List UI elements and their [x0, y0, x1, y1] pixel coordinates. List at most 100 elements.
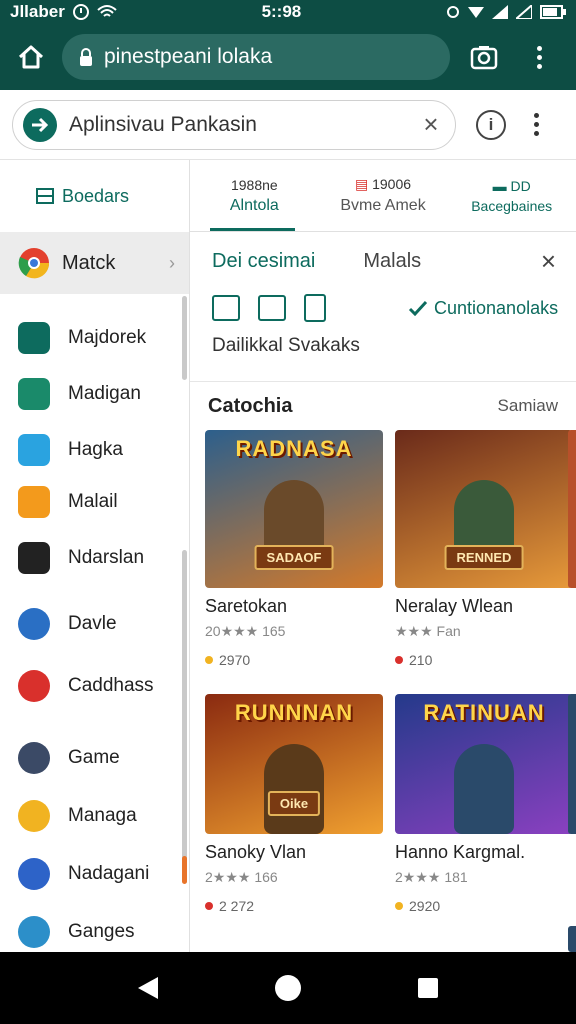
- tab-bacegbaines[interactable]: ▬ DD Bacegbaines: [447, 160, 576, 231]
- sidebar-item-active[interactable]: Matck ›: [0, 232, 189, 294]
- game-card[interactable]: RENNED Neralay Wlean ★★★ Fan 210: [395, 430, 573, 668]
- game-title[interactable]: Hanno Kargmal.: [395, 842, 573, 863]
- chart-icon: [18, 322, 50, 354]
- game-banner-text: RUNNNAN: [234, 700, 354, 725]
- sidebar-item[interactable]: Majdorek: [0, 316, 180, 360]
- cellular-icon: [492, 5, 508, 19]
- sidebar-item-label: Ndarslan: [68, 547, 145, 568]
- game-meta: 2 272: [205, 898, 383, 914]
- sidebar: Boedars Matck › Majdorek Madigan Hagka Mala…: [0, 160, 190, 952]
- search-row: Aplinsivau Pankasin × i: [0, 90, 576, 160]
- sidebar-item[interactable]: Managa: [0, 794, 180, 838]
- home-button[interactable]: [0, 24, 62, 90]
- game-rating: 2★★★ 166: [205, 869, 278, 885]
- sidebar-item[interactable]: Davle: [0, 602, 180, 646]
- clock: 5::98: [261, 2, 302, 21]
- game-thumbnail[interactable]: RENNED: [395, 430, 573, 588]
- sidebar-item[interactable]: Madigan: [0, 372, 180, 416]
- sidebar-header[interactable]: Boedars: [0, 160, 189, 232]
- document-icon[interactable]: [304, 294, 326, 322]
- tab-top-label: ▬ DD: [492, 177, 531, 194]
- game-meta: 2920: [395, 898, 573, 914]
- sidebar-scrollbar[interactable]: [182, 296, 187, 380]
- search-query[interactable]: Aplinsivau Pankasin: [69, 113, 405, 137]
- see-all-link[interactable]: Samiaw: [498, 396, 558, 416]
- alert-icon: [72, 4, 89, 20]
- panel-subtitle: Dailikkal Svakaks: [212, 335, 360, 356]
- game-thumbnail[interactable]: RATINUAN: [395, 694, 573, 834]
- game-title[interactable]: Neralay Wlean: [395, 596, 573, 617]
- peek-card[interactable]: [568, 694, 576, 834]
- sidebar-item[interactable]: Malail: [0, 480, 180, 524]
- sidebar-item[interactable]: Game: [0, 736, 180, 780]
- inbox-icon[interactable]: [212, 295, 240, 321]
- home-circle-icon[interactable]: [274, 975, 301, 1001]
- sidebar-item[interactable]: Caddhass: [0, 664, 180, 708]
- sun-icon: [18, 800, 50, 832]
- columns-icon[interactable]: [258, 295, 286, 321]
- back-icon[interactable]: [138, 977, 159, 999]
- battery-icon: [540, 5, 566, 19]
- sidebar-active-label: Matck: [62, 251, 116, 274]
- tab-alntola[interactable]: 1988ne Alntola: [190, 160, 319, 231]
- wifi-icon: [97, 5, 117, 17]
- sidebar-item[interactable]: Ganges: [0, 910, 180, 954]
- sidebar-scroll-thumb[interactable]: [182, 856, 187, 884]
- recents-icon[interactable]: [417, 978, 438, 998]
- game-meta-value: 2 272: [219, 898, 255, 914]
- search-field[interactable]: Aplinsivau Pankasin ×: [12, 99, 456, 150]
- status-dot-icon: [395, 656, 403, 664]
- tab-bvme-amek[interactable]: ▤ 19006 Bvme Amek: [319, 160, 448, 231]
- game-rating: 2★★★ 181: [395, 869, 468, 885]
- status-dot-icon: [395, 902, 403, 910]
- tab-top-label: ▤ 19006: [354, 176, 412, 192]
- catalog-title: Catochia: [208, 394, 293, 417]
- game-title[interactable]: Saretokan: [205, 596, 383, 617]
- info-icon[interactable]: i: [476, 109, 506, 140]
- sidebar-item[interactable]: Hagka: [0, 428, 180, 472]
- game-badge: RENNED: [444, 545, 524, 570]
- panel-link[interactable]: Cuntionanolaks: [408, 298, 558, 319]
- sidebar-scrollbar-track[interactable]: [182, 550, 187, 880]
- arrow-right-icon[interactable]: [23, 107, 57, 142]
- game-meta-value: 2920: [409, 898, 441, 914]
- content-tabs: 1988ne Alntola ▤ 19006 Bvme Amek ▬ DD Ba…: [190, 160, 576, 232]
- game-meta-value: 210: [409, 652, 433, 668]
- sidebar-item[interactable]: Ndarslan: [0, 536, 180, 580]
- game-icon: [18, 916, 50, 948]
- game-card[interactable]: RADNASA SADAOF Saretokan 20★★★ 165 2970: [205, 430, 383, 668]
- game-badge: Oike: [267, 791, 321, 816]
- game-rating: 20★★★ 165: [205, 623, 286, 639]
- game-badge-icon: [18, 608, 50, 640]
- peek-card[interactable]: [568, 430, 576, 588]
- game-badge: SADAOF: [254, 545, 334, 570]
- game-card[interactable]: RUNNNAN Oike Sanoky Vlan 2★★★ 166 2 272: [205, 694, 383, 914]
- clear-icon[interactable]: ×: [417, 109, 445, 139]
- sync-icon: [447, 6, 459, 18]
- sidebar-item-label: Game: [68, 747, 120, 768]
- tabs-button[interactable]: [454, 24, 514, 90]
- close-icon[interactable]: ×: [541, 246, 556, 277]
- lock-icon: [80, 48, 92, 66]
- more-vert-icon: [536, 45, 542, 69]
- panel-title[interactable]: Dei cesimai: [212, 250, 315, 273]
- filter-panel: Dei cesimai Malals × Cuntionanolaks Dail…: [190, 232, 576, 382]
- peek-card[interactable]: [568, 926, 576, 952]
- sidebar-item-label: Managa: [68, 805, 137, 826]
- panel-alt[interactable]: Malals: [363, 250, 421, 273]
- sidebar-item-label: Malail: [68, 491, 118, 512]
- game-title[interactable]: Sanoky Vlan: [205, 842, 383, 863]
- url-text: pinestpeani lolaka: [104, 45, 273, 68]
- game-banner-text: RADNASA: [235, 436, 353, 461]
- game-card[interactable]: RATINUAN Hanno Kargmal. 2★★★ 181 2920: [395, 694, 573, 914]
- game-hero-art: [264, 744, 324, 834]
- game-thumbnail[interactable]: RADNASA SADAOF: [205, 430, 383, 588]
- game-thumbnail[interactable]: RUNNNAN Oike: [205, 694, 383, 834]
- sidebar-item[interactable]: Nadagani: [0, 852, 180, 896]
- url-bar[interactable]: pinestpeani lolaka: [62, 34, 450, 80]
- search-menu-button[interactable]: [534, 113, 539, 136]
- avatar-icon: [18, 742, 50, 774]
- game-rating: ★★★ Fan: [395, 623, 461, 639]
- status-dot-icon: [205, 656, 213, 664]
- browser-menu-button[interactable]: [514, 24, 564, 90]
